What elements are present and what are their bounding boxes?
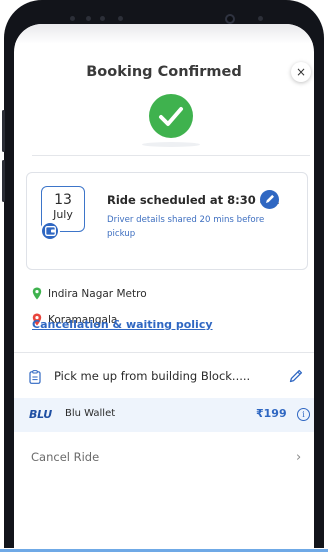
- schedule-subtitle: Driver details shared 20 mins before pic…: [107, 215, 265, 239]
- phone-sensor: [100, 16, 105, 21]
- edit-schedule-icon[interactable]: [260, 190, 279, 209]
- divider: [32, 155, 310, 156]
- clipboard-icon: [29, 370, 41, 384]
- date-month: July: [53, 208, 73, 221]
- cancellation-policy-link[interactable]: Cancellation & waiting policy: [32, 318, 213, 331]
- calendar-wallet-icon: [40, 221, 60, 241]
- schedule-title: Ride scheduled at 8:30 am: [107, 193, 280, 207]
- info-icon[interactable]: i: [297, 408, 310, 421]
- pickup-note-text: Pick me up from building Block.....: [54, 369, 251, 383]
- pencil-icon[interactable]: [288, 368, 304, 384]
- date-day: 13: [54, 192, 72, 208]
- pickup-pin-icon: [32, 287, 42, 300]
- phone-side-button: [2, 160, 5, 202]
- chevron-right-icon: ›: [296, 450, 302, 465]
- phone-sensor: [86, 16, 91, 21]
- screen-top-shade: [14, 24, 314, 44]
- phone-side-button: [2, 110, 5, 152]
- phone-sensor: [118, 16, 123, 21]
- divider: [14, 352, 314, 353]
- phone-sensor: [70, 16, 75, 21]
- wallet-label: Blu Wallet: [65, 408, 116, 419]
- page-title: Booking Confirmed: [86, 64, 242, 80]
- pickup-note-row[interactable]: Pick me up from building Block.....: [14, 357, 314, 397]
- phone-frame: Booking Confirmed × 13 July Ride schedul…: [0, 0, 328, 552]
- blu-wallet-row[interactable]: BLU Blu Wallet ₹199 i: [14, 398, 314, 432]
- blu-logo: BLU: [29, 408, 52, 421]
- app-screen: Booking Confirmed × 13 July Ride schedul…: [14, 24, 314, 552]
- close-button[interactable]: ×: [291, 62, 311, 82]
- pickup-location-label: Indira Nagar Metro: [48, 288, 147, 300]
- cancel-ride-label: Cancel Ride: [31, 450, 100, 464]
- wallet-amount: ₹199: [256, 407, 287, 420]
- schedule-card: 13 July Ride scheduled at 8:30 am Driver…: [26, 172, 308, 270]
- phone-sensor: [258, 16, 263, 21]
- front-camera: [225, 14, 235, 24]
- success-icon-shadow: [142, 142, 200, 147]
- cancel-ride-row[interactable]: Cancel Ride ›: [14, 444, 314, 472]
- success-check-icon: [149, 94, 193, 138]
